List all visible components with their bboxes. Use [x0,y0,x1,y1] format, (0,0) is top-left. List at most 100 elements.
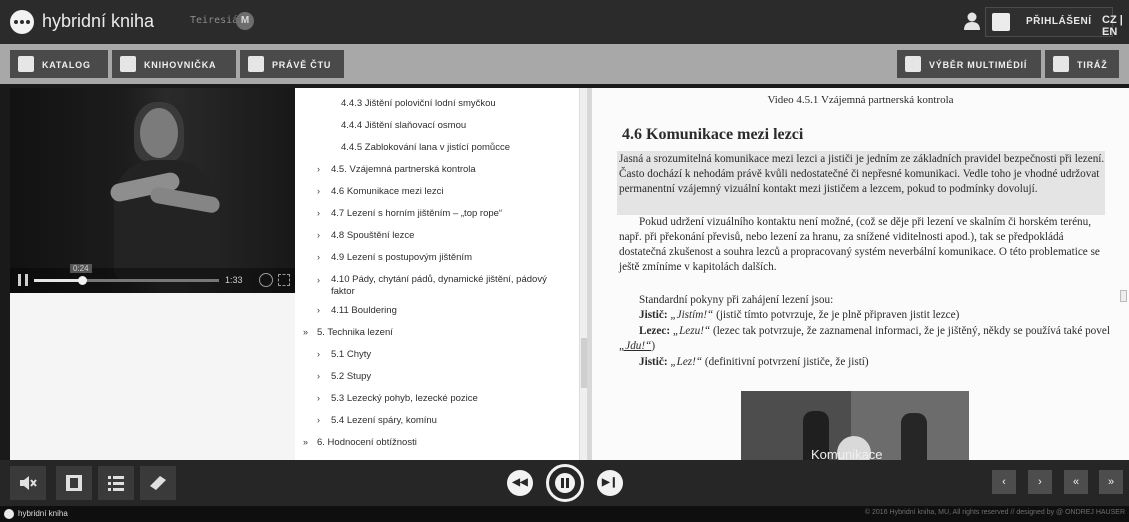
toc-item[interactable]: › 4.8 Spouštění lezce [317,230,415,241]
paragraph-visual-contact: Pokud udržení vizuálního kontaktu není m… [619,216,1100,273]
paragraph-intro: Jasná a srozumitelná komunikace mezi lez… [619,153,1105,195]
embedded-video-thumbnail[interactable]: Komunikace [741,391,969,460]
login-icon [992,13,1010,31]
chevron-right-icon: › [317,230,320,240]
footer-app-name: hybridní kniha [18,509,68,518]
sign-language-video[interactable]: 0:24 1:33 [10,88,295,293]
toc-item-label: 4.8 Spouštění lezce [331,230,415,241]
table-of-contents: 4.4.3 Jištění poloviční lodní smyčkou 4.4… [295,88,587,460]
video-progress-bar[interactable]: 0:24 [34,264,219,285]
catalog-label: KATALOG [42,60,91,70]
footer: hybridní kniha © 2016 Hybridní kniha, MU… [0,506,1129,522]
catalog-icon [18,56,34,72]
toc-item[interactable]: 4.4.5 Zablokování lana v jistící pomůcce [341,142,510,153]
logo-icon[interactable] [10,10,34,34]
toc-item[interactable]: › 4.11 Bouldering [317,305,397,316]
toc-item[interactable]: › 5.1 Chyty [317,349,371,360]
toc-item[interactable]: 4.4.4 Jištění slaňovací osmou [341,120,466,131]
command-line-3: Jistič: „Lez!“ (definitivní potvrzení ji… [639,356,869,368]
toc-item[interactable]: › 4.9 Lezení s postupovým jištěním [317,252,472,263]
film-icon [66,475,82,491]
toc-item-label: 4.11 Bouldering [331,305,397,316]
chevron-right-icon: › [317,371,320,381]
section-heading: 4.6 Komunikace mezi lezci [622,126,804,143]
toc-item[interactable]: » 6. Hodnocení obtížnosti [303,437,417,448]
skip-forward-button[interactable]: ▶❙ [597,470,623,496]
video-pause-icon[interactable] [18,274,28,286]
footer-copyright: © 2016 Hybridní kniha, MU, All rights re… [864,509,1125,516]
toc-item-label: 4.4.5 Zablokování lana v jistící pomůcce [341,142,510,153]
reading-button[interactable]: PRÁVĚ ČTU [240,50,344,78]
video-progress-handle[interactable] [78,276,87,285]
chevron-right-icon: › [317,393,320,403]
book-text-pane: Video 4.5.1 Vzájemná partnerská kontrola… [592,88,1129,460]
toc-item-label-continued: faktor [331,286,355,297]
chevron-right-icon: › [317,415,320,425]
video-caption: Video 4.5.1 Vzájemná partnerská kontrola [767,94,954,106]
reading-label: PRÁVĚ ČTU [272,60,332,70]
book-icon [248,56,264,72]
catalog-button[interactable]: KATALOG [10,50,108,78]
toc-scrollbar[interactable] [579,88,587,460]
imprint-label: TIRÁŽ [1077,60,1108,70]
top-bar: hybridní kniha Teiresiás M PŘIHLÁŠENÍ CZ… [0,0,1129,44]
rewind-button[interactable]: ◀◀ [507,470,533,496]
first-page-button[interactable]: « [1064,470,1088,494]
language-switch[interactable]: CZ | EN [1102,14,1129,38]
toc-item-label: 4.9 Lezení s postupovým jištěním [331,252,472,263]
book-icon [150,476,166,490]
toc-item-label: 5.3 Lezecký pohyb, lezecké pozice [331,393,478,404]
chevron-right-icon: › [317,305,320,315]
multimedia-button[interactable]: VÝBĚR MULTIMÉDIÍ [897,50,1041,78]
toc-item-label: 5.4 Lezení spáry, komínu [331,415,437,426]
toc-item[interactable]: › 5.3 Lezecký pohyb, lezecké pozice [317,393,478,404]
video-progress-fill [34,279,82,282]
toc-item[interactable]: 4.4.3 Jištění poloviční lodní smyčkou [341,98,496,109]
film-icon [905,56,921,72]
last-page-button[interactable]: » [1099,470,1123,494]
text-toggle-button[interactable] [140,466,176,500]
bookshelf-icon [120,56,136,72]
next-page-button[interactable]: › [1028,470,1052,494]
chevron-right-icon: › [317,252,320,262]
pause-button[interactable] [546,464,584,502]
embedded-video-title: Komunikace [811,447,883,460]
toc-item-label: 4.4.4 Jištění slaňovací osmou [341,120,467,131]
video-toggle-button[interactable] [56,466,92,500]
toc-item-label: 6. Hodnocení obtížnosti [317,437,417,448]
login-label: PŘIHLÁŠENÍ [1026,16,1092,27]
toc-item[interactable]: › 4.7 Lezení s horním jištěním – „top rop… [317,208,502,219]
toc-item-label: 4.4.3 Jištění poloviční lodní smyčkou [341,98,496,109]
login-button[interactable]: PŘIHLÁŠENÍ [985,7,1113,37]
toc-item[interactable]: › 5.2 Stupy [317,371,371,382]
text-scrollbar[interactable] [1120,290,1127,302]
pause-icon [561,478,569,488]
toc-item[interactable]: › 4.5. Vzájemná partnerská kontrola [317,164,476,175]
rewind-icon: ◀◀ [512,477,528,488]
toc-item[interactable]: » 5. Technika lezení [303,327,393,338]
library-label: KNIHOVNIČKA [144,60,217,70]
toc-item[interactable]: › 5.4 Lezení spáry, komínu [317,415,437,426]
toc-item[interactable]: › 4.10 Pády, chytání pádů, dynamické jišt… [317,274,547,298]
mute-icon [20,476,37,490]
nav-bar: KATALOG KNIHOVNIČKA PRÁVĚ ČTU VÝBĚR MULT… [0,44,1129,84]
app-title[interactable]: hybridní kniha [42,11,154,32]
fullscreen-icon[interactable] [278,274,290,286]
imprint-button[interactable]: TIRÁŽ [1045,50,1119,78]
command-line-1: Jistič: „Jistím!“ (jistič tímto potvrzuj… [639,309,960,321]
chevron-right-icon: › [317,164,320,174]
toc-item-label: 4.10 Pády, chytání pádů, dynamické jiště… [331,274,547,285]
paragraph-commands-intro: Standardní pokyny při zahájení lezení js… [639,294,834,306]
video-controls: 0:24 1:33 [10,264,295,293]
toc-item[interactable]: › 4.6 Komunikace mezi lezci [317,186,443,197]
toc-item-label: 4.5. Vzájemná partnerská kontrola [331,164,476,175]
prev-page-button[interactable]: ‹ [992,470,1016,494]
speed-icon[interactable] [259,273,273,287]
library-button[interactable]: KNIHOVNIČKA [112,50,236,78]
jdu-link[interactable]: „Jdu!“ [619,340,651,352]
chevron-right-icon: › [317,208,320,218]
command-line-2: Lezec: „Lezu!“ (lezec tak potvrzuje, že … [619,325,1110,352]
mute-button[interactable] [10,466,46,500]
chevron-right-icon: › [317,275,320,285]
toc-toggle-button[interactable] [98,466,134,500]
